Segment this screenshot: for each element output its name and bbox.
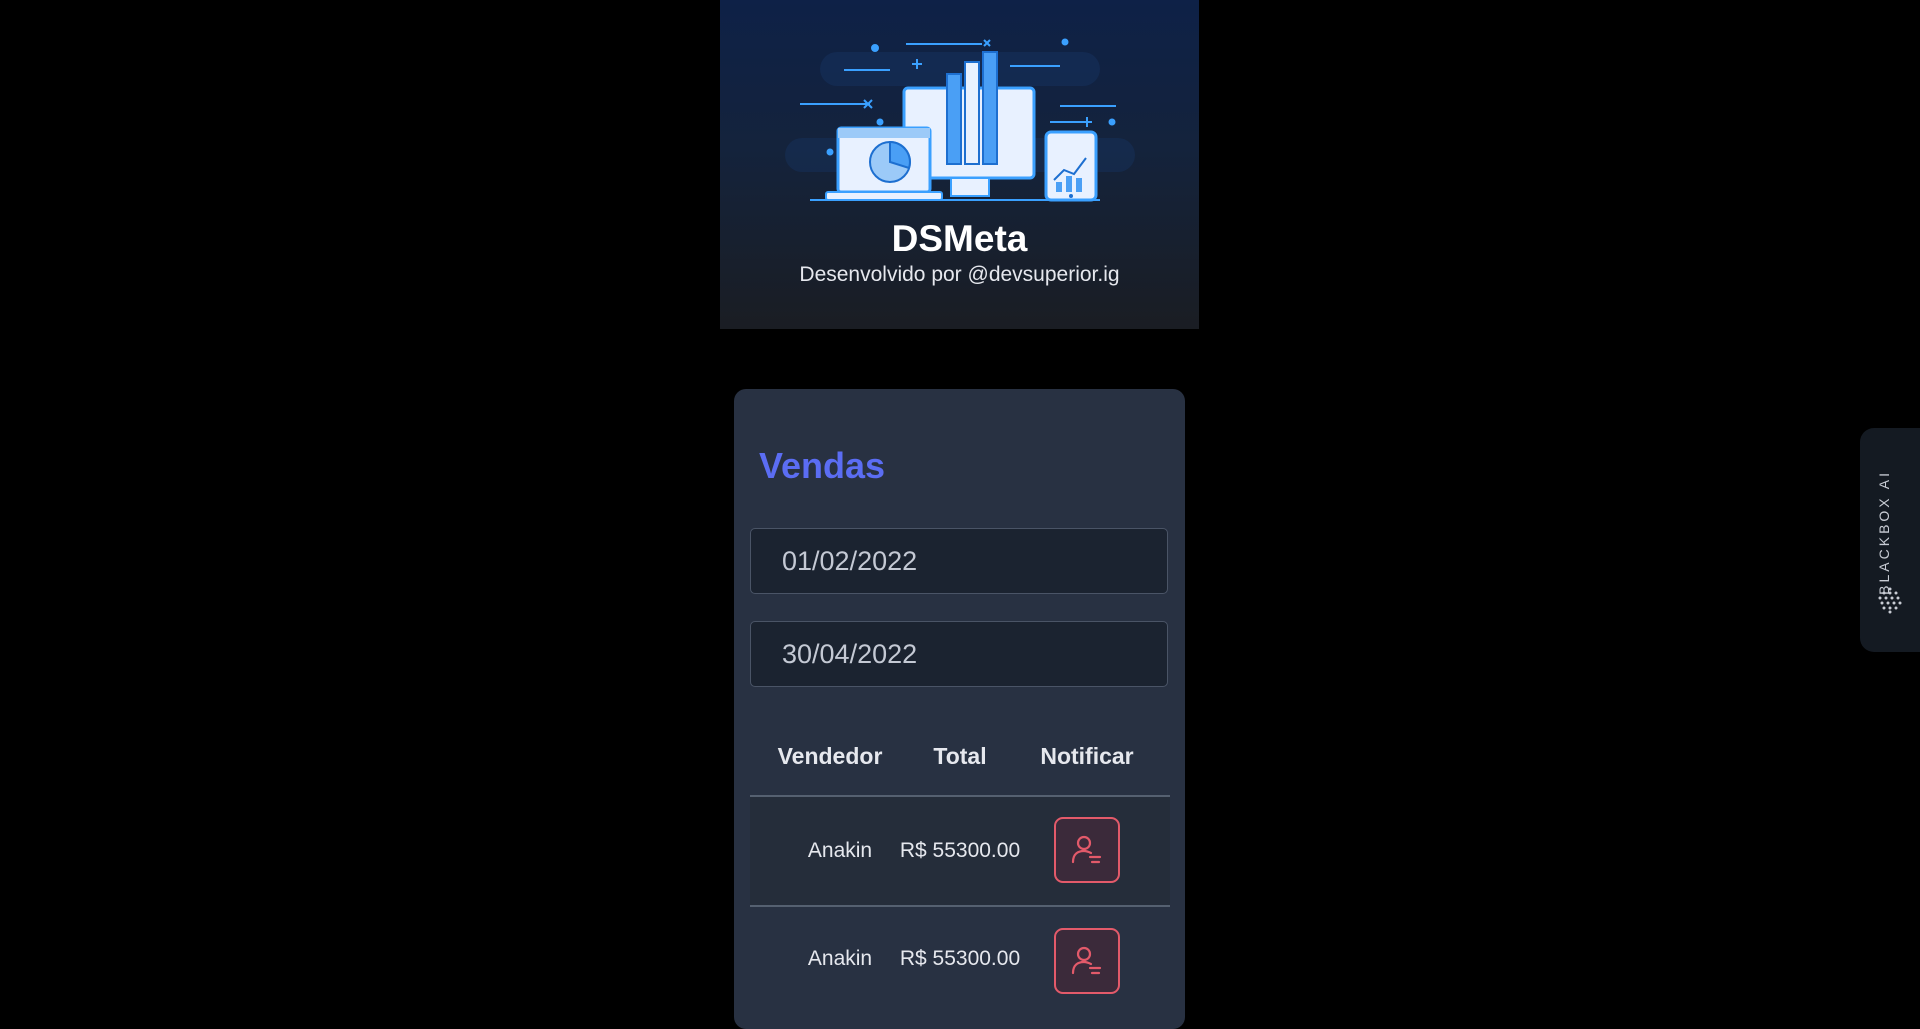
seller-cell: Anakin — [807, 839, 873, 862]
column-header-seller: Vendedor — [777, 743, 883, 769]
blackbox-ai-label: BLACKBOX AI — [1876, 470, 1892, 595]
seller-cell: Anakin — [807, 947, 873, 970]
sales-title: Vendas — [759, 445, 886, 486]
app-subtitle: Desenvolvido por @devsuperior.ig — [799, 263, 1120, 286]
min-date-input[interactable] — [750, 528, 1168, 594]
app-title: DSMeta — [891, 218, 1028, 259]
notify-button[interactable] — [1054, 817, 1120, 883]
column-header-notify: Notificar — [1040, 743, 1134, 769]
notify-user-icon — [1071, 835, 1102, 864]
notify-button[interactable] — [1054, 928, 1120, 994]
dashboard-illustration — [785, 38, 1135, 202]
total-cell: R$ 55300.00 — [899, 947, 1021, 970]
sales-card: Vendas Vendedor Total Notificar Anakin R… — [734, 389, 1185, 1029]
total-cell: R$ 55300.00 — [899, 839, 1021, 862]
column-header-total: Total — [933, 743, 987, 769]
blackbox-logo-icon — [1878, 587, 1902, 614]
table-divider — [750, 905, 1170, 907]
app-header: DSMeta Desenvolvido por @devsuperior.ig — [720, 0, 1199, 329]
notify-user-icon — [1071, 946, 1102, 975]
max-date-input[interactable] — [750, 621, 1168, 687]
blackbox-ai-tab[interactable]: BLACKBOX AI — [1860, 428, 1920, 652]
